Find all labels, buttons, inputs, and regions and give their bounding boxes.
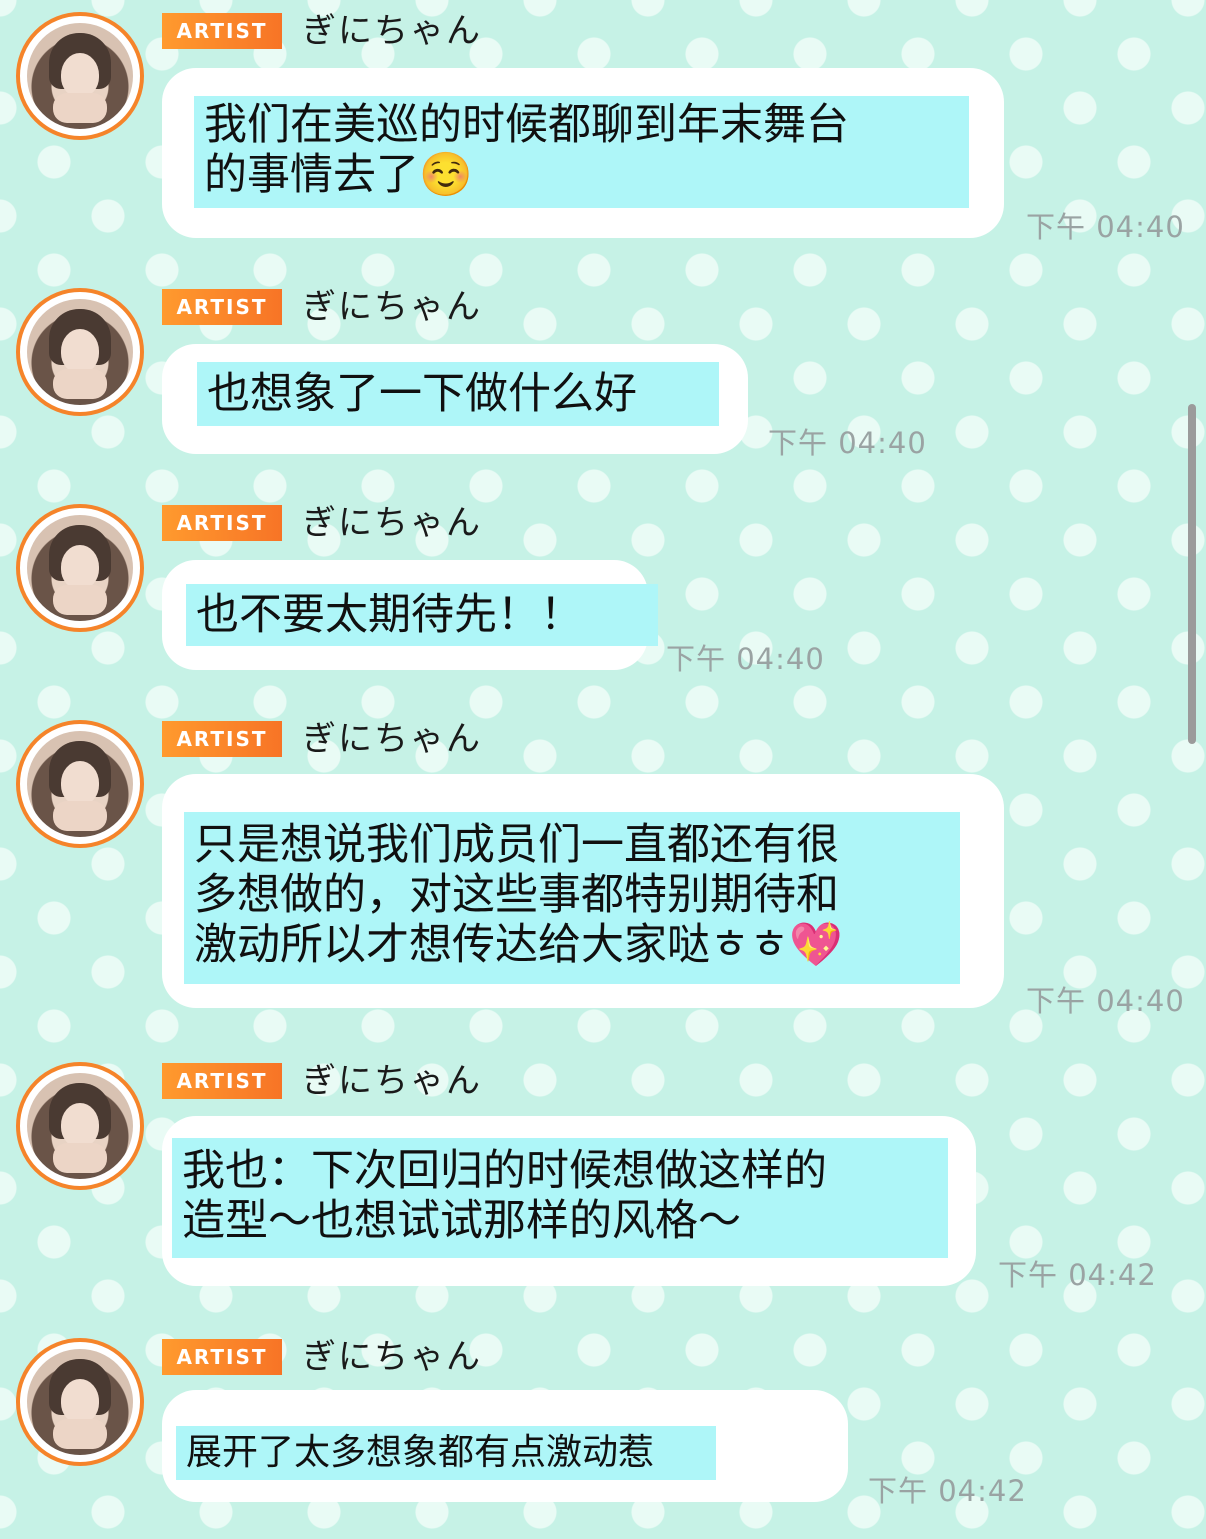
avatar-photo bbox=[27, 23, 133, 129]
message-time: 下午 04:42 bbox=[998, 1258, 1157, 1292]
message-time: 下午 04:40 bbox=[768, 426, 927, 460]
scrollbar[interactable] bbox=[1188, 404, 1196, 744]
sender-name: ぎにちゃん bbox=[302, 11, 482, 51]
message-time: 下午 04:40 bbox=[1026, 210, 1185, 244]
artist-badge: ARTIST bbox=[162, 505, 282, 541]
avatar-photo bbox=[27, 299, 133, 405]
avatar[interactable] bbox=[16, 288, 144, 416]
artist-badge: ARTIST bbox=[162, 1339, 282, 1375]
sender-name: ぎにちゃん bbox=[302, 719, 482, 759]
avatar-photo bbox=[27, 1073, 133, 1179]
message-text: 我们在美巡的时候都聊到年末舞台 的事情去了☺️ bbox=[194, 96, 969, 208]
avatar-photo bbox=[27, 515, 133, 621]
sender-name: ぎにちゃん bbox=[302, 1337, 482, 1377]
chat-thread: ARTIST ぎにちゃん 我们在美巡的时候都聊到年末舞台 的事情去了☺️ 下午 … bbox=[0, 0, 1206, 1539]
avatar-photo bbox=[27, 1349, 133, 1455]
message-text: 我也：下次回归的时候想做这样的 造型～也想试试那样的风格～ bbox=[172, 1138, 948, 1258]
message-text: 也想象了一下做什么好 bbox=[197, 362, 719, 426]
message-time: 下午 04:42 bbox=[868, 1474, 1027, 1508]
message-text: 展开了太多想象都有点激动惹·.¸¸♬ bbox=[176, 1426, 716, 1480]
avatar[interactable] bbox=[16, 1062, 144, 1190]
avatar[interactable] bbox=[16, 12, 144, 140]
message-time: 下午 04:40 bbox=[1026, 984, 1185, 1018]
message-text: 只是想说我们成员们一直都还有很 多想做的，对这些事都特别期待和 激动所以才想传达… bbox=[184, 812, 960, 984]
artist-badge: ARTIST bbox=[162, 13, 282, 49]
sender-name: ぎにちゃん bbox=[302, 503, 482, 543]
artist-badge: ARTIST bbox=[162, 1063, 282, 1099]
avatar-photo bbox=[27, 731, 133, 837]
artist-badge: ARTIST bbox=[162, 721, 282, 757]
message-time: 下午 04:40 bbox=[666, 642, 825, 676]
avatar[interactable] bbox=[16, 720, 144, 848]
avatar[interactable] bbox=[16, 1338, 144, 1466]
message-text: 也不要太期待先！！ bbox=[186, 584, 658, 646]
avatar[interactable] bbox=[16, 504, 144, 632]
sender-name: ぎにちゃん bbox=[302, 287, 482, 327]
artist-badge: ARTIST bbox=[162, 289, 282, 325]
sender-name: ぎにちゃん bbox=[302, 1061, 482, 1101]
